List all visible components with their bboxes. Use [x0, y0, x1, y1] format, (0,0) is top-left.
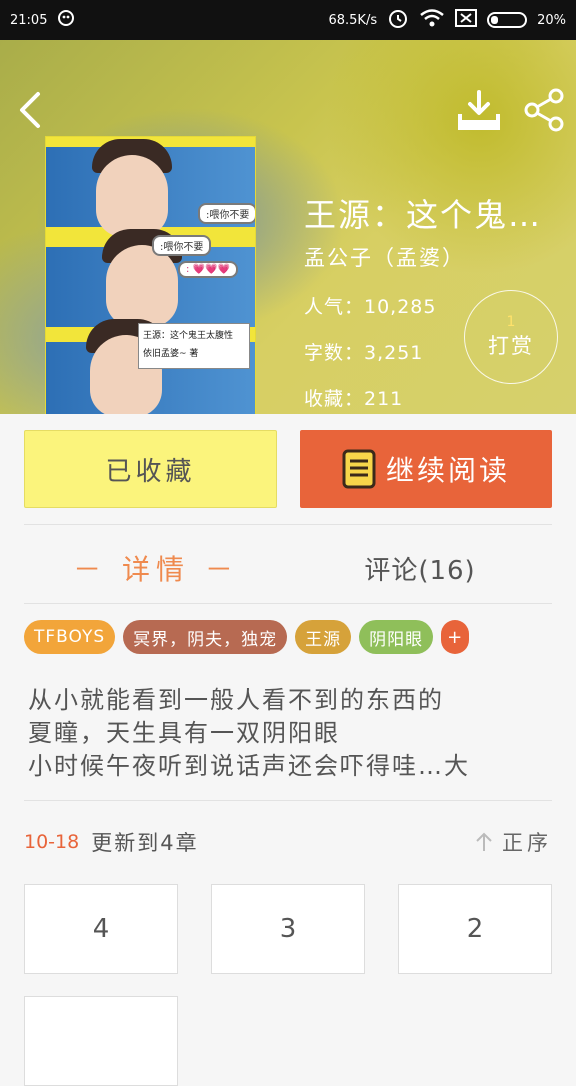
- sort-order-label: 正序: [502, 831, 552, 855]
- intro-line: 夏瞳，天生具有一双阴阳眼: [28, 719, 340, 747]
- intro-line: 从小就能看到一般人看不到的东西的: [28, 686, 444, 714]
- cover-figure: [96, 155, 168, 237]
- chapter-button[interactable]: 3: [211, 884, 365, 974]
- intro-line: 小时候午夜听到说话声还会吓得哇…大: [28, 752, 470, 780]
- cover-speech-bubble: :喂你不要: [198, 203, 255, 224]
- download-icon: [458, 90, 500, 130]
- sort-order-button[interactable]: 正序: [474, 827, 552, 857]
- no-sim-icon: [455, 9, 478, 31]
- update-text: 更新到4章: [91, 831, 199, 855]
- cover-author: 依旧孟婆~ 著: [143, 349, 199, 359]
- book-title: 王源：这个鬼…: [304, 196, 543, 234]
- tag-yin-yang-eyes[interactable]: 阴阳眼: [359, 620, 434, 654]
- update-date: 10-18: [24, 831, 80, 853]
- tag-tfboys[interactable]: TFBOYS: [24, 620, 116, 654]
- book-icon: [342, 449, 376, 489]
- status-time: 21:05: [10, 12, 48, 28]
- tag-wang-yuan[interactable]: 王源: [295, 620, 352, 654]
- network-speed: 68.5K/s: [328, 12, 378, 28]
- divider: [24, 603, 552, 604]
- download-button[interactable]: [456, 88, 502, 132]
- tag-underworld[interactable]: 冥界，阴夫，独宠: [123, 620, 288, 654]
- collected-button[interactable]: 已收藏: [24, 430, 277, 508]
- continue-reading-label: 继续阅读: [385, 454, 510, 487]
- book-intro[interactable]: 从小就能看到一般人看不到的东西的 夏瞳，天生具有一双阴阳眼 小时候午夜听到说话声…: [28, 684, 556, 783]
- cover-title-box: 王源：这个鬼王太腹性 依旧孟婆~ 著: [138, 323, 250, 369]
- cover-speech-bubble: : 💗💗💗: [178, 261, 238, 278]
- divider: [24, 800, 552, 801]
- tip-count: 1: [506, 314, 516, 330]
- cover-title: 王源：这个鬼王太腹性: [143, 331, 234, 341]
- divider: [24, 524, 552, 525]
- book-header: :喂你不要 :喂你不要 : 💗💗💗 王源：这个鬼王太腹性 依旧孟婆~ 著 王源：…: [0, 40, 576, 414]
- wifi-icon: [419, 8, 445, 32]
- word-count-stat: 字数：3,251: [304, 342, 424, 364]
- book-cover[interactable]: :喂你不要 :喂你不要 : 💗💗💗 王源：这个鬼王太腹性 依旧孟婆~ 著: [45, 136, 256, 414]
- status-bar: 21:05 68.5K/s 20%: [0, 0, 576, 40]
- tip-button[interactable]: 1 打赏: [464, 290, 558, 384]
- tag-list: TFBOYS 冥界，阴夫，独宠 王源 阴阳眼 +: [24, 620, 470, 656]
- chapter-button[interactable]: 4: [24, 884, 178, 974]
- share-button[interactable]: [520, 86, 568, 134]
- back-button[interactable]: [14, 90, 48, 130]
- continue-reading-button[interactable]: 继续阅读: [300, 430, 552, 508]
- update-row: 10-18 更新到4章 正序: [24, 822, 552, 862]
- share-icon: [524, 88, 564, 132]
- add-tag-button[interactable]: +: [441, 620, 470, 654]
- battery-icon: [487, 12, 528, 28]
- battery-percent: 20%: [537, 12, 566, 28]
- tip-label: 打赏: [488, 334, 534, 358]
- alarm-icon: [387, 7, 409, 33]
- tab-detail[interactable]: － 详情 －: [24, 540, 288, 596]
- app-notification-icon: [57, 9, 75, 31]
- popularity-stat: 人气：10,285: [304, 296, 437, 318]
- chapter-button[interactable]: 2: [398, 884, 552, 974]
- book-author[interactable]: 孟公子（孟婆）: [304, 242, 465, 272]
- cover-speech-bubble: :喂你不要: [152, 235, 212, 256]
- chapter-button[interactable]: [24, 996, 178, 1086]
- arrow-up-icon: [476, 832, 492, 851]
- cover-figure: [106, 245, 178, 327]
- back-arrow-icon: [20, 92, 40, 128]
- tab-comments[interactable]: 评论(16): [288, 540, 552, 596]
- favorites-stat: 收藏：211: [304, 388, 404, 410]
